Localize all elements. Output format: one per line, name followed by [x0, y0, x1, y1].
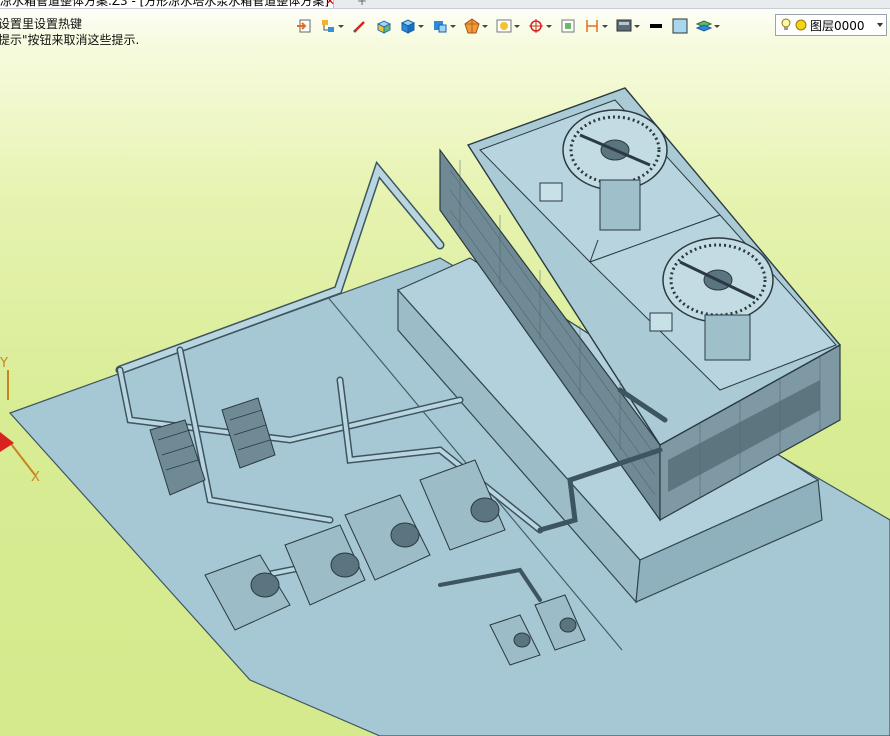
frame-icon [561, 19, 575, 33]
import-button[interactable] [294, 16, 314, 36]
document-tab-bar: 凉水箱管道整体方案.Z3 - [方形凉水塔水泵水箱管道整体方案] ✕ + [0, 0, 890, 9]
axis-label-y: Y [0, 356, 8, 371]
new-tab-icon[interactable]: + [357, 0, 367, 8]
close-tab-icon[interactable]: ✕ [325, 0, 335, 8]
line-color-button[interactable] [646, 16, 666, 36]
pen-icon [353, 21, 365, 33]
layer-select-value: 图层0000 [810, 18, 865, 33]
layer-select[interactable]: 图层0000 [775, 14, 887, 36]
layer-stack-button[interactable] [694, 16, 722, 36]
hint-line-1: 设置里设置热键 [0, 17, 83, 31]
hint-line-2: 提示"按钮来取消这些提示. [0, 33, 140, 47]
roof-box-1 [539, 182, 563, 202]
view-cube-button[interactable] [430, 16, 458, 36]
view-cube-icon [434, 21, 447, 33]
snap-target-icon [529, 19, 543, 33]
document-tab-title: 凉水箱管道整体方案.Z3 - [方形凉水塔水泵水箱管道整体方案] [0, 0, 329, 8]
frame-button[interactable] [558, 16, 578, 36]
fill-color-button[interactable] [670, 16, 690, 36]
image-button[interactable] [494, 16, 522, 36]
view-toolbar [294, 15, 726, 37]
layer-stack-icon [696, 20, 712, 32]
lightbulb-icon [781, 18, 791, 30]
chevron-down-icon[interactable] [877, 23, 883, 27]
3d-model-scene[interactable] [0, 0, 890, 736]
render-mode-icon [464, 18, 480, 34]
fill-color-icon [672, 18, 688, 34]
blue-cube-button[interactable] [398, 16, 426, 36]
import-icon [297, 19, 311, 33]
solid-box-icon [376, 20, 392, 34]
3d-viewport[interactable]: 凉水箱管道整体方案.Z3 - [方形凉水塔水泵水箱管道整体方案] ✕ + 设置里… [0, 0, 890, 736]
feature-tree-button[interactable] [318, 16, 346, 36]
document-tab[interactable]: 凉水箱管道整体方案.Z3 - [方形凉水塔水泵水箱管道整体方案] [0, 0, 334, 8]
roof-box-2 [649, 312, 673, 332]
pen-button[interactable] [350, 16, 370, 36]
layer-color-icon [795, 19, 807, 31]
feature-tree-icon [322, 20, 334, 32]
image-icon [496, 19, 512, 33]
axis-label-x: X [31, 470, 40, 485]
display-icon [616, 19, 632, 32]
snap-target-button[interactable] [526, 16, 554, 36]
blue-cube-icon [400, 19, 416, 34]
render-mode-button[interactable] [462, 16, 490, 36]
display-button[interactable] [614, 16, 642, 36]
dimension-icon [586, 20, 598, 32]
dimension-button[interactable] [582, 16, 610, 36]
solid-box-button[interactable] [374, 16, 394, 36]
line-color-icon [650, 24, 662, 28]
